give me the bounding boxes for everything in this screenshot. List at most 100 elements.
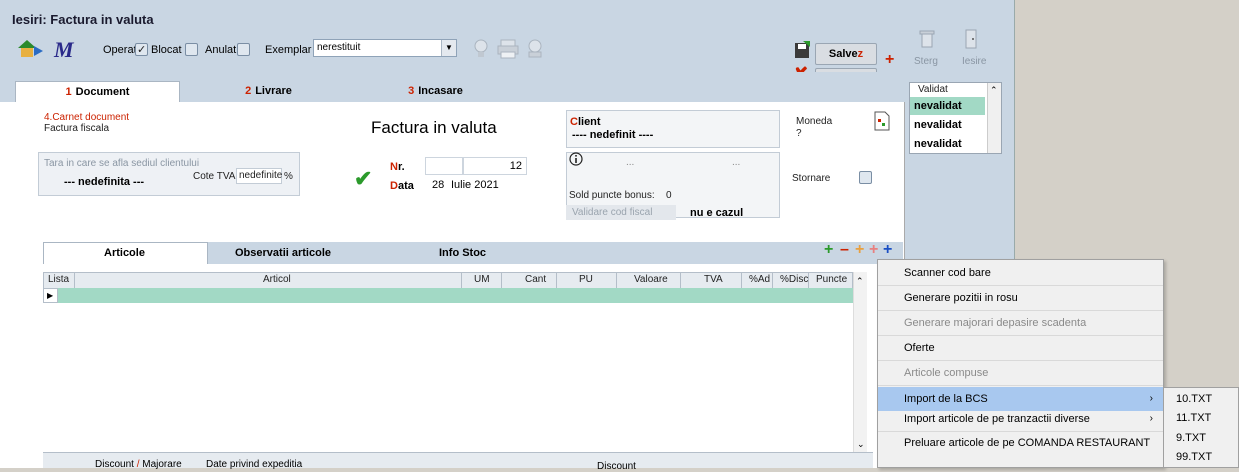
- cote-tva-label: Cote TVA:: [193, 171, 239, 182]
- moneda-value[interactable]: ?: [796, 128, 802, 139]
- nr-field[interactable]: 12: [463, 157, 527, 175]
- tab-livrare-label: Livrare: [255, 85, 292, 97]
- data-label: Data: [390, 180, 414, 192]
- menu-item-preluare-comanda[interactable]: Preluare articole de pe COMANDA RESTAURA…: [878, 431, 1163, 455]
- info-icon[interactable]: [569, 152, 583, 166]
- title-bar: Iesiri: Factura in valuta: [0, 0, 905, 34]
- remove-row-icon[interactable]: –: [840, 242, 849, 258]
- document-icon[interactable]: [874, 111, 890, 131]
- info-dots-2: ...: [732, 157, 741, 168]
- col-cant[interactable]: Cant: [525, 274, 546, 285]
- lightbulb-icon[interactable]: [474, 39, 488, 59]
- document-title: Factura in valuta: [371, 118, 497, 137]
- submenu-item-10txt[interactable]: 10.TXT: [1164, 389, 1238, 409]
- col-pu[interactable]: PU: [579, 274, 593, 285]
- submenu-item-9txt[interactable]: 9.TXT: [1164, 428, 1238, 448]
- blocat-checkbox[interactable]: [185, 43, 198, 56]
- col-disc[interactable]: %Disc: [780, 274, 808, 285]
- list-item[interactable]: nevalidat: [910, 97, 985, 115]
- printer-icon[interactable]: [497, 39, 519, 59]
- sold-label: Sold puncte bonus:: [569, 190, 655, 201]
- cote-tva-unit: %: [284, 171, 293, 182]
- home-icon[interactable]: [16, 38, 44, 58]
- operat-label: Operat: [103, 44, 137, 56]
- tab-livrare-num: 2: [245, 85, 252, 97]
- discount-tab[interactable]: Discount / Majorare: [95, 459, 182, 470]
- exit-icon[interactable]: [965, 29, 977, 49]
- submenu-item-99txt[interactable]: 99.TXT: [1164, 447, 1238, 467]
- col-lista[interactable]: Lista: [48, 274, 69, 285]
- menu-item-generare-majorari: Generare majorari depasire scadenta: [904, 317, 1087, 329]
- stornare-checkbox[interactable]: [859, 171, 872, 184]
- tara-label: Tara in care se afla sediul clientului: [44, 158, 200, 169]
- nr-label: Nr.: [390, 161, 405, 173]
- cote-tva-value[interactable]: nedefinite: [236, 168, 282, 184]
- tab-document[interactable]: 1 Document: [15, 81, 180, 102]
- more-actions-icon[interactable]: +: [883, 242, 892, 258]
- check-icon: ✔: [354, 166, 373, 191]
- client-label: Client: [570, 116, 601, 128]
- chevron-down-icon[interactable]: ▼: [441, 40, 456, 56]
- add-plus-icon[interactable]: +: [885, 52, 894, 68]
- anulat-label: Anulat: [205, 44, 237, 56]
- carnet-label: 4.Carnet document: [44, 112, 130, 123]
- moneda-label: Moneda: [796, 116, 833, 127]
- menu-item-import-tranzactii[interactable]: Import articole de pe tranzactii diverse…: [878, 407, 1163, 431]
- sterg-label: Sterg: [914, 56, 938, 67]
- col-articol[interactable]: Articol: [263, 274, 291, 285]
- date-expeditie-tab[interactable]: Date privind expeditia: [206, 459, 302, 470]
- tab-incasare[interactable]: 3 Incasare: [353, 81, 518, 102]
- m-logo-icon[interactable]: M: [54, 37, 74, 63]
- data-day[interactable]: 28: [432, 179, 444, 191]
- client-label-rest: lient: [577, 116, 601, 128]
- validare-cod-fiscal-button[interactable]: Validare cod fiscal: [566, 205, 676, 220]
- menu-item-scanner[interactable]: Scanner cod bare: [878, 261, 1163, 285]
- col-tva[interactable]: TVA: [704, 274, 723, 285]
- menu-separator: [878, 385, 1163, 386]
- col-ad[interactable]: %Ad: [749, 274, 770, 285]
- list-item[interactable]: nevalidat: [910, 116, 985, 134]
- save-button-label: Salve: [828, 48, 858, 60]
- tab-incasare-label: Incasare: [418, 85, 463, 97]
- exemplar-select[interactable]: nerestituit: [313, 39, 457, 57]
- tab-document-label: Document: [75, 86, 130, 98]
- tab-observatii-articole[interactable]: Observatii articole: [235, 247, 331, 259]
- row-indicator-icon[interactable]: ▶: [43, 288, 58, 303]
- client-label-accent: C: [570, 116, 578, 128]
- blocat-label: Blocat: [151, 44, 182, 56]
- submenu-item-11txt[interactable]: 11.TXT: [1164, 408, 1238, 428]
- col-valoare[interactable]: Valoare: [634, 274, 668, 285]
- duplicate-row-icon[interactable]: +: [869, 242, 878, 258]
- menu-item-oferte[interactable]: Oferte: [878, 336, 1163, 360]
- nr-series-field[interactable]: [425, 157, 463, 175]
- operat-checkbox[interactable]: [135, 43, 148, 56]
- list-item[interactable]: nevalidat: [910, 135, 985, 153]
- tab-info-stoc[interactable]: Info Stoc: [439, 247, 486, 259]
- table-row[interactable]: [58, 288, 853, 303]
- menu-item-generare-rosu[interactable]: Generare pozitii in rosu: [878, 286, 1163, 310]
- iesire-label: Iesire: [962, 56, 987, 67]
- info-dots-1: ...: [626, 157, 635, 168]
- scroll-up-icon[interactable]: ⌃: [990, 85, 998, 96]
- tara-value[interactable]: --- nedefinita ---: [64, 176, 144, 188]
- majorare-label: Majorare: [142, 459, 182, 470]
- sold-value: 0: [666, 190, 672, 201]
- col-puncte[interactable]: Puncte: [816, 274, 847, 285]
- stamp-icon[interactable]: [524, 38, 546, 60]
- scroll-down-icon[interactable]: ⌄: [857, 439, 865, 450]
- scroll-up-icon[interactable]: ⌃: [856, 276, 864, 287]
- insert-row-icon[interactable]: +: [855, 242, 864, 258]
- add-row-icon[interactable]: +: [824, 242, 833, 258]
- carnet-value: Factura fiscala: [44, 123, 110, 134]
- grid-scrollbar[interactable]: [853, 272, 867, 452]
- tab-articole-label: Articole: [104, 247, 145, 259]
- carnet-document[interactable]: 4.Carnet document Factura fiscala: [44, 112, 184, 140]
- trash-icon[interactable]: [919, 29, 935, 49]
- save-button[interactable]: Salvez: [815, 43, 877, 65]
- col-um[interactable]: UM: [474, 274, 490, 285]
- validare-value: nu e cazul: [690, 207, 744, 219]
- tab-livrare[interactable]: 2 Livrare: [186, 81, 351, 102]
- data-label-accent: D: [390, 180, 398, 192]
- anulat-checkbox[interactable]: [237, 43, 250, 56]
- data-month-year[interactable]: Iulie 2021: [451, 179, 499, 191]
